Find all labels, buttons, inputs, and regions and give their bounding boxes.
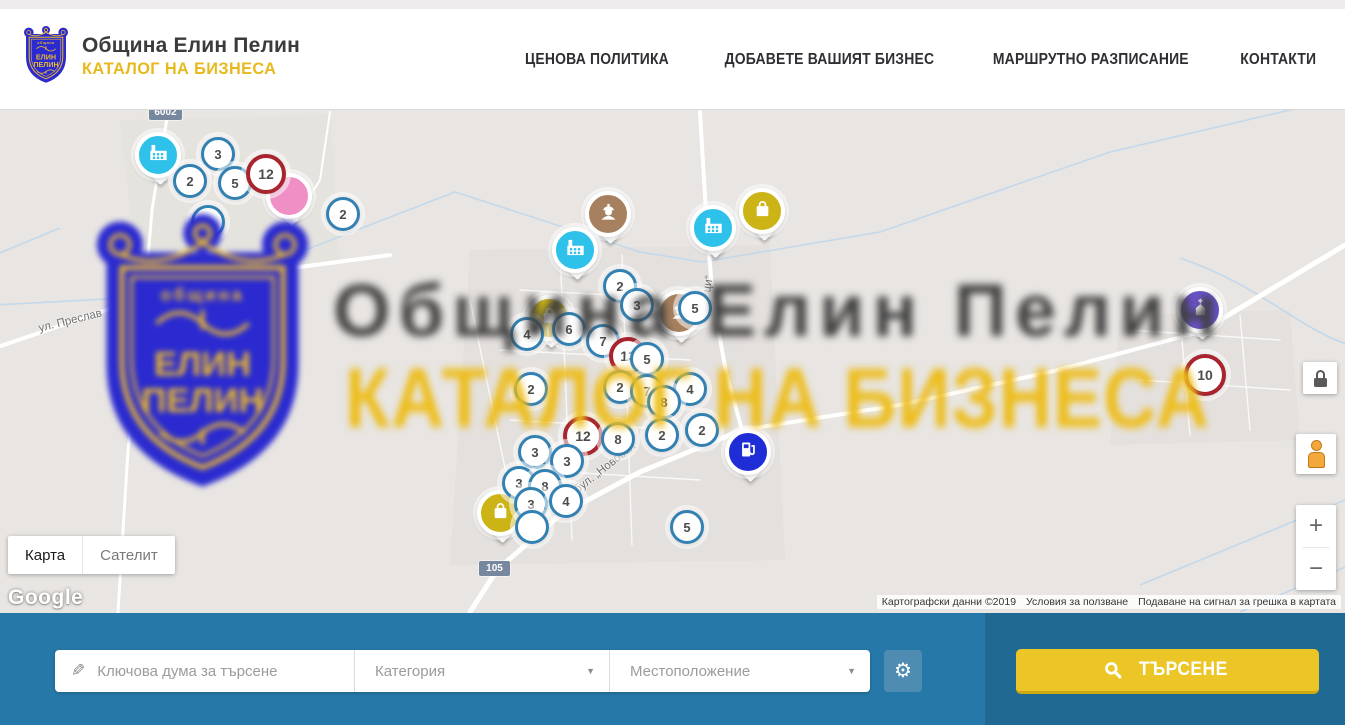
map-cluster[interactable]: 5 — [670, 510, 704, 544]
site-title: Община Елин Пелин — [82, 34, 300, 58]
lock-icon — [1316, 370, 1325, 378]
map-type-map-button[interactable]: Карта — [8, 536, 83, 574]
page: община ЕЛИН ПЕЛИН Община Елин Пелин КАТА… — [0, 0, 1345, 725]
brand-logo[interactable]: община ЕЛИН ПЕЛИН Община Елин Пелин КАТА… — [22, 26, 300, 86]
bag-icon — [490, 500, 511, 526]
road-shield: 6002 — [149, 110, 182, 120]
search-button-label: ТЪРСЕНЕ — [1139, 659, 1228, 681]
map-cluster[interactable]: 6 — [552, 312, 586, 346]
main-nav: ЦЕНОВА ПОЛИТИКА ДОБАВЕТЕ ВАШИЯТ БИЗНЕС МАР… — [517, 9, 1320, 110]
map-cluster[interactable]: 8 — [647, 385, 681, 419]
zoom-out-button[interactable]: − — [1296, 548, 1336, 590]
top-strip — [0, 0, 1345, 9]
attribution-item[interactable]: Подаване на сигнал за грешка в картата — [1133, 595, 1341, 609]
attribution-item[interactable]: Условия за ползване — [1021, 595, 1133, 609]
google-logo[interactable]: Google — [8, 586, 83, 610]
factory-icon — [148, 142, 169, 168]
google-map[interactable]: 6002105 ул. Преславбул. „Новоселци“ — [0, 110, 1345, 613]
bag-icon — [752, 198, 773, 224]
map-cluster[interactable]: 3 — [620, 288, 654, 322]
keyword-input[interactable] — [97, 663, 342, 680]
gear-icon: ⚙ — [894, 661, 912, 681]
map-cluster[interactable]: 12 — [246, 154, 286, 194]
keyword-field[interactable]: ✎ — [55, 650, 355, 692]
map-type-satellite-button[interactable]: Сателит — [83, 536, 175, 574]
map-cluster[interactable]: 2 — [514, 372, 548, 406]
fuel-icon — [738, 439, 759, 465]
map-cluster[interactable]: 2 — [685, 413, 719, 447]
site-subtitle: КАТАЛОГ НА БИЗНЕСА — [82, 59, 276, 79]
map-cluster[interactable] — [515, 510, 549, 544]
header: община ЕЛИН ПЕЛИН Община Елин Пелин КАТА… — [0, 9, 1345, 110]
location-dropdown[interactable]: Местоположение ▼ — [610, 650, 870, 692]
pegman-icon — [1311, 440, 1322, 451]
worker-icon — [598, 201, 619, 227]
svg-text:ПЕЛИН: ПЕЛИН — [33, 60, 58, 69]
municipality-crest-icon: община ЕЛИН ПЕЛИН — [22, 26, 70, 86]
church-icon — [1190, 297, 1211, 323]
map-cluster[interactable] — [191, 205, 225, 239]
search-icon — [1104, 661, 1123, 680]
factory-icon — [703, 215, 724, 241]
lock-button[interactable] — [1303, 362, 1337, 394]
map-type-control: Карта Сателит — [8, 536, 175, 574]
nav-item[interactable]: ДОБАВЕТЕ ВАШИЯТ БИЗНЕС — [725, 51, 935, 69]
location-dropdown-label: Местоположение — [630, 663, 750, 680]
nav-item[interactable]: МАРШРУТНО РАЗПИСАНИЕ — [993, 51, 1189, 69]
nav-item[interactable]: ЦЕНОВА ПОЛИТИКА — [525, 51, 669, 69]
category-dropdown-label: Категория — [375, 663, 445, 680]
map-cluster[interactable]: 2 — [326, 197, 360, 231]
search-fields: ✎ Категория ▼ Местоположение ▼ — [55, 650, 870, 692]
factory-icon — [565, 237, 586, 263]
map-cluster[interactable]: 2 — [173, 164, 207, 198]
road-shield: 105 — [479, 561, 510, 576]
zoom-control: + − — [1296, 505, 1336, 590]
search-bar: ✎ Категория ▼ Местоположение ▼ ⚙ ТЪРСЕНЕ — [0, 613, 1345, 725]
advanced-settings-button[interactable]: ⚙ — [884, 650, 922, 692]
chevron-down-icon: ▼ — [586, 666, 595, 676]
pegman-button[interactable] — [1296, 434, 1336, 474]
category-dropdown[interactable]: Категория ▼ — [355, 650, 610, 692]
search-button[interactable]: ТЪРСЕНЕ — [1016, 649, 1319, 694]
svg-text:община: община — [37, 41, 55, 45]
zoom-in-button[interactable]: + — [1296, 505, 1336, 547]
map-cluster[interactable]: 3 — [518, 435, 552, 469]
map-cluster[interactable]: 2 — [645, 418, 679, 452]
map-cluster[interactable]: 5 — [630, 342, 664, 376]
nav-item[interactable]: КОНТАКТИ — [1240, 51, 1316, 69]
chevron-down-icon: ▼ — [847, 666, 856, 676]
map-cluster[interactable]: 5 — [678, 291, 712, 325]
map-cluster[interactable]: 4 — [549, 484, 583, 518]
map-attribution: Картографски данни ©2019Условия за ползв… — [877, 594, 1341, 609]
map-cluster[interactable]: 8 — [601, 422, 635, 456]
attribution-item[interactable]: Картографски данни ©2019 — [877, 595, 1021, 609]
pencil-icon: ✎ — [71, 661, 85, 681]
map-cluster[interactable]: 10 — [1184, 354, 1226, 396]
map-cluster[interactable]: 4 — [510, 317, 544, 351]
